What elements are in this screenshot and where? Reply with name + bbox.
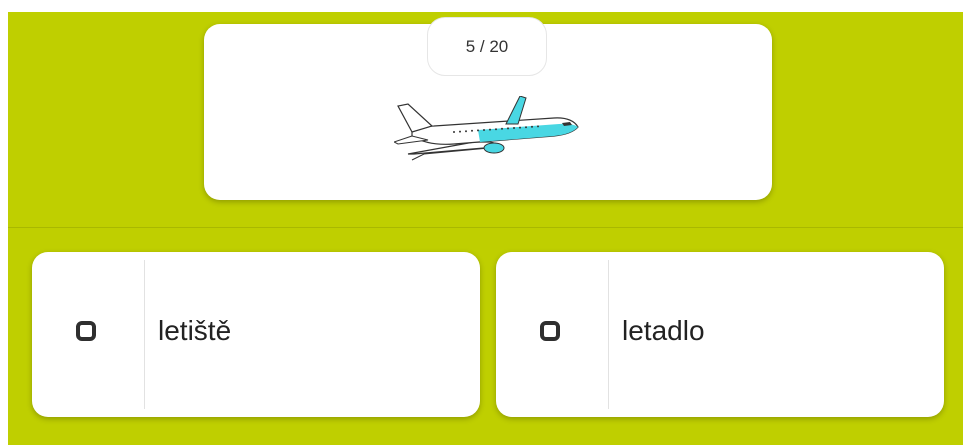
answer-option-1[interactable]: letiště bbox=[32, 252, 480, 417]
answer-label: letiště bbox=[158, 315, 232, 346]
quiz-stage: 5 / 20 letiště letadlo bbox=[8, 12, 963, 445]
checkbox-icon[interactable] bbox=[540, 321, 560, 341]
checkbox-icon[interactable] bbox=[76, 321, 96, 341]
option-separator bbox=[144, 260, 145, 409]
question-counter: 5 / 20 bbox=[427, 17, 547, 76]
prompt-card: 5 / 20 bbox=[204, 17, 772, 200]
answer-option-2[interactable]: letadlo bbox=[496, 252, 944, 417]
section-divider bbox=[8, 227, 963, 228]
option-separator bbox=[608, 260, 609, 409]
airplane-icon bbox=[394, 96, 579, 161]
answer-label: letadlo bbox=[622, 315, 705, 346]
